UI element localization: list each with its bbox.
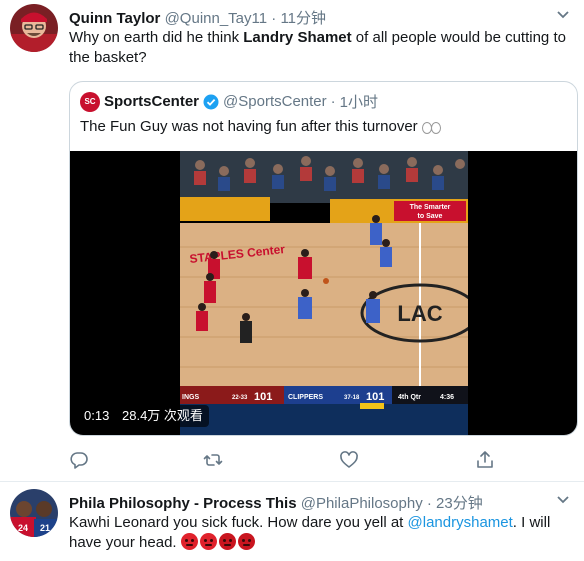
reply-icon[interactable] [69,450,89,470]
quoted-tweet-timestamp[interactable]: 1小时 [340,91,378,112]
emoji-group [180,533,255,550]
ad-board-text: to Save [418,213,443,220]
scoreboard-left-team: INGS [182,394,199,401]
quoted-author-handle[interactable]: @SportsCenter [223,93,327,110]
video-duration: 0:13 [78,405,116,427]
video-view-count: 28.4万 次观看 [116,405,209,427]
tweet-text: Kawhi Leonard you sick fuck. How dare yo… [69,513,574,553]
quoted-text: The Fun Guy was not having fun after thi… [80,118,418,135]
scoreboard-quarter: 4th Qtr [398,394,421,401]
scoreboard-left-score: 101 [254,391,272,403]
avatar-image [10,4,58,52]
avatar-phila-philosophy[interactable]: 24 21 [10,489,58,537]
scoreboard-left-record: 22-33 [232,395,248,401]
tweet-text-part: Why on earth did he think [69,29,244,46]
quoted-tweet-text: The Fun Guy was not having fun after thi… [80,117,441,137]
tweet-text: Why on earth did he think Landry Shamet … [69,28,574,68]
author-name[interactable]: Phila Philosophy - Process This [69,495,297,512]
sportscenter-logo-icon: SC [80,91,100,112]
scoreboard-clock: 4:36 [440,394,454,401]
scoreboard-right-score: 101 [366,391,384,403]
retweet-icon[interactable] [203,450,223,470]
author-name[interactable]: Quinn Taylor [69,10,160,27]
tweet-quinn-taylor[interactable]: Quinn Taylor @Quinn_Tay11 · 11分钟 Why on … [0,0,584,482]
video-player[interactable]: The Smarter to Save LAC STAPLES Center I… [70,151,577,435]
center-court-logo: LAC [397,301,442,326]
tweet-text-part: Kawhi Leonard you sick fuck. How dare yo… [69,514,408,531]
scoreboard-right-record: 37-18 [344,395,360,401]
tweet-header: Phila Philosophy - Process This @PhilaPh… [69,492,483,513]
video-frame[interactable]: The Smarter to Save LAC STAPLES Center I… [180,151,468,435]
cursing-face-emoji-icon [237,533,255,550]
tweet-text-bold: Landry Shamet [243,29,352,46]
tweet-action-bar [69,450,509,472]
chevron-down-icon[interactable] [556,10,570,20]
tweet-timestamp[interactable]: 23分钟 [436,495,483,512]
svg-text:21: 21 [40,523,50,533]
quoted-tweet-header: SC SportsCenter @SportsCenter · 1小时 [80,91,378,112]
tweet-header: Quinn Taylor @Quinn_Tay11 · 11分钟 [69,7,326,28]
separator-dot: · [426,495,432,512]
angry-face-emoji-icon [199,533,217,550]
author-handle[interactable]: @PhilaPhilosophy [301,495,423,512]
tweet-phila-philosophy[interactable]: 24 21 Phila Philosophy - Process This @P… [0,483,584,561]
verified-badge-icon [203,94,219,109]
angry-face-emoji-icon [180,533,198,550]
separator-dot: · [271,10,277,27]
eyes-emoji-icon [421,122,441,134]
quoted-author-name[interactable]: SportsCenter [104,93,199,110]
basketball-video-still: The Smarter to Save LAC STAPLES Center I… [180,151,468,435]
scoreboard-right-team: CLIPPERS [288,394,323,401]
author-handle[interactable]: @Quinn_Tay11 [165,10,268,27]
cursing-face-emoji-icon [218,533,236,550]
svg-text:24: 24 [18,523,28,533]
avatar-image: 24 21 [10,489,58,537]
quoted-tweet[interactable]: SC SportsCenter @SportsCenter · 1小时 The … [69,81,578,436]
ad-board-text: The Smarter [410,204,451,211]
mention-link[interactable]: @landryshamet [408,514,513,531]
like-icon[interactable] [339,450,359,470]
share-icon[interactable] [475,450,495,470]
avatar-quinn-taylor[interactable] [10,4,58,52]
separator-dot: · [330,93,336,110]
chevron-down-icon[interactable] [556,495,570,505]
tweet-timestamp[interactable]: 11分钟 [280,10,326,27]
